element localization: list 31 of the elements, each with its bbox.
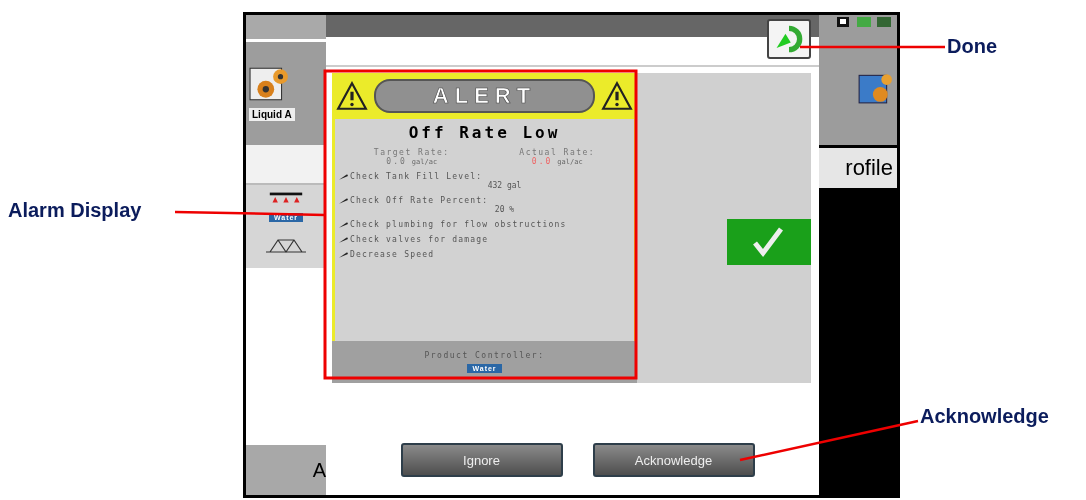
alert-title: Off Rate Low	[407, 123, 562, 142]
gears-icon	[249, 66, 291, 102]
warning-icon	[601, 81, 633, 111]
pencil-icon	[339, 173, 348, 180]
app-tile[interactable]: A	[246, 445, 326, 495]
pencil-icon	[339, 197, 348, 204]
done-button[interactable]	[767, 19, 811, 59]
dialog-button[interactable]: Acknowledge	[592, 443, 755, 477]
rate-label: Actual Rate:	[519, 148, 596, 157]
check-item: Check Off Rate Percent:	[350, 196, 489, 205]
app-label: Liquid A	[249, 108, 295, 121]
rate-value: 0.0	[531, 157, 553, 166]
callout-label: Acknowledge	[920, 405, 1049, 428]
boom-icon	[264, 236, 308, 254]
check-detail: 20 %	[494, 205, 515, 214]
footer-label: Product Controller:	[424, 351, 545, 360]
checkmark-icon[interactable]	[727, 219, 811, 265]
check-item: Check plumbing for flow obstructions	[350, 220, 567, 229]
sprayer-icon	[268, 191, 304, 205]
profile-tab[interactable]: rofile	[819, 148, 897, 188]
warning-icon	[336, 81, 368, 111]
check-item: Check valves for damage	[350, 235, 489, 244]
app-tile[interactable]: Liquid A	[246, 42, 326, 145]
check-item: Check Tank Fill Level:	[350, 172, 483, 181]
rate-label: Target Rate:	[373, 148, 450, 157]
callout-label: Done	[947, 35, 997, 58]
check-item: Decrease Speed	[350, 250, 435, 259]
callout-label: Alarm Display	[8, 199, 142, 222]
check-detail: 432 gal	[487, 181, 522, 190]
rate-value: 0.0	[386, 157, 407, 166]
dialog-button[interactable]: Ignore	[400, 443, 563, 477]
